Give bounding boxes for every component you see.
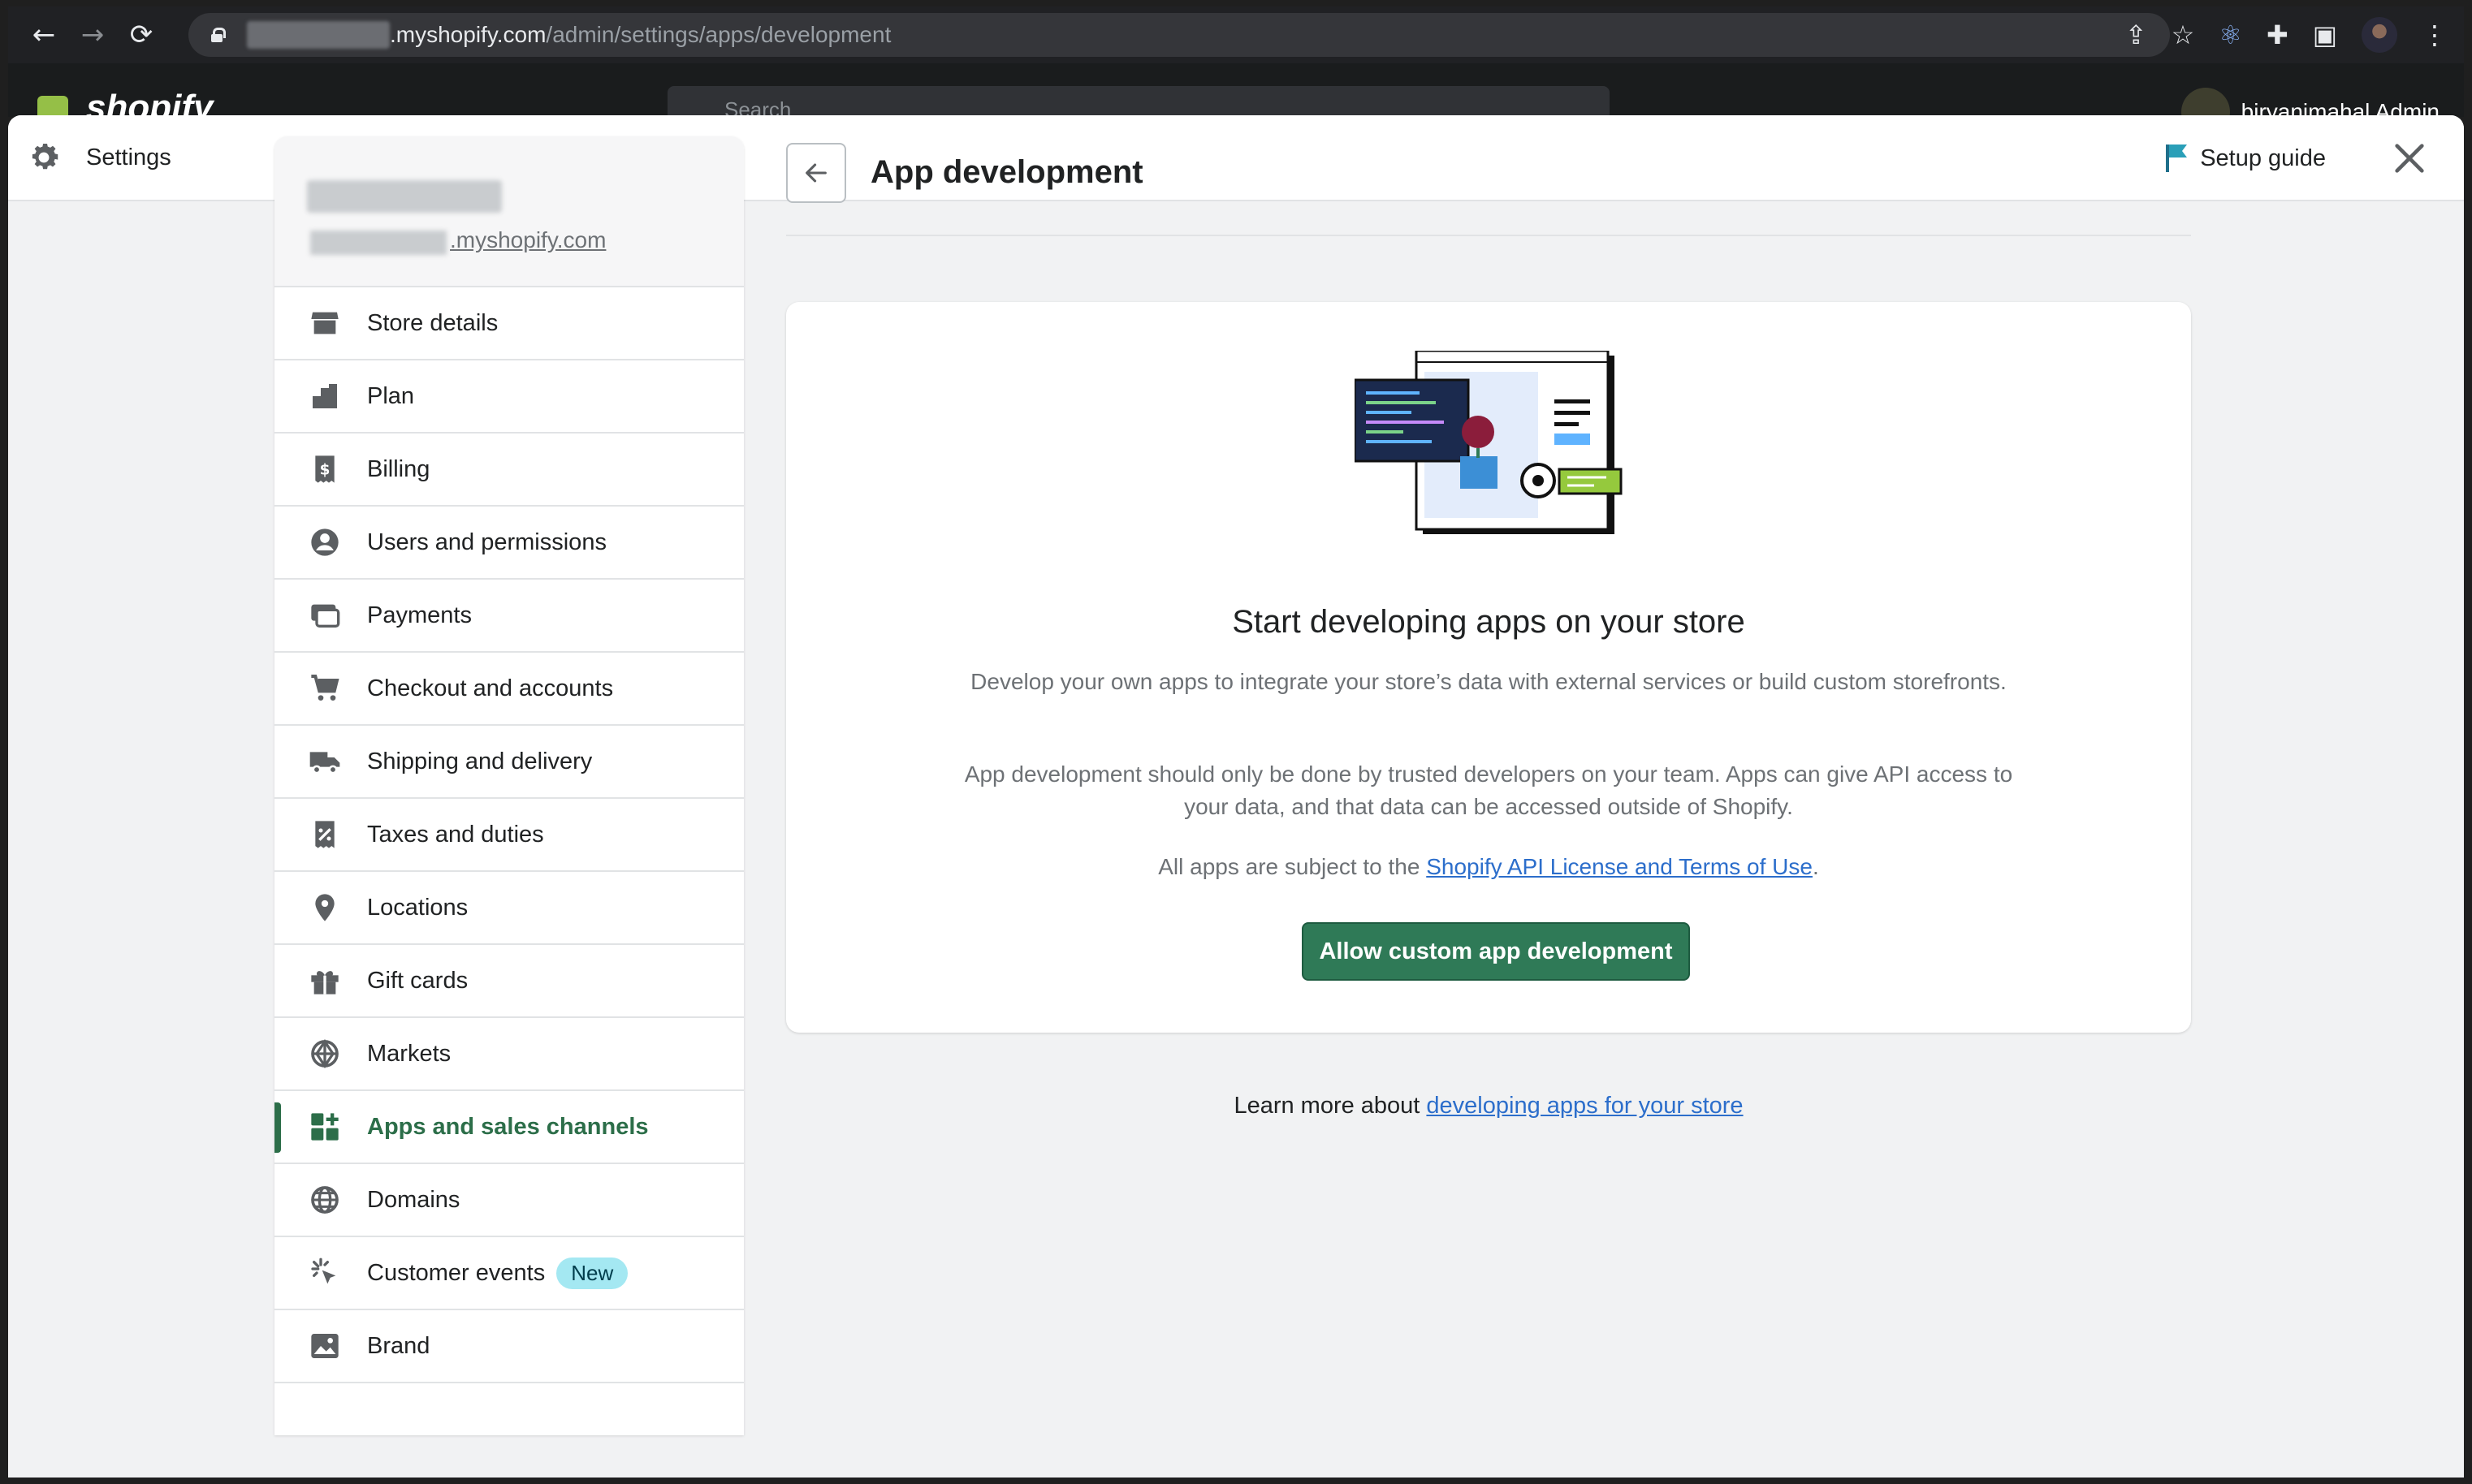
sidebar-item-label: Store details — [367, 309, 499, 336]
sidebar-item-store-details[interactable]: Store details — [274, 287, 744, 360]
arrow-left-icon — [806, 163, 827, 183]
sidebar-item-locations[interactable]: Locations — [274, 872, 744, 945]
plan-icon — [309, 380, 341, 412]
reload-icon[interactable]: ⟳ — [117, 11, 166, 59]
sidebar-item-billing[interactable]: $ Billing — [274, 434, 744, 507]
store-info: .myshopify.com — [274, 136, 744, 287]
back-nav-icon[interactable]: ← — [19, 11, 68, 59]
sidebar-item-label: Apps and sales channels — [367, 1113, 649, 1140]
sidebar-item-label: Customer events — [367, 1259, 546, 1286]
share-icon[interactable]: ⇪ — [2125, 19, 2147, 50]
api-license-link[interactable]: Shopify API License and Terms of Use — [1426, 854, 1813, 879]
sidebar-item-label: Shipping and delivery — [367, 748, 593, 774]
lock-icon — [211, 28, 226, 42]
tax-icon — [309, 818, 341, 851]
sidebar-item-label: Taxes and duties — [367, 821, 544, 848]
card-terms: All apps are subject to the Shopify API … — [949, 851, 2029, 883]
side-panel-icon[interactable]: ▣ — [2313, 19, 2337, 50]
cart-icon — [309, 672, 341, 705]
setup-guide-label: Setup guide — [2200, 145, 2326, 171]
sidebar-item-payments[interactable]: Payments — [274, 580, 744, 653]
payments-icon — [309, 599, 341, 632]
sidebar-item-brand[interactable]: Brand — [274, 1310, 744, 1383]
back-button[interactable] — [786, 143, 846, 203]
card-warning: App development should only be done by t… — [964, 761, 2013, 819]
admin-user-name: biryanimahal Admin — [2241, 99, 2440, 117]
apps-icon — [309, 1111, 341, 1143]
extensions-puzzle-icon[interactable]: ✚ — [2267, 19, 2288, 50]
sidebar-item-label: Brand — [367, 1332, 430, 1359]
shopify-bag-icon — [37, 96, 68, 117]
card-description: Develop your own apps to integrate your … — [970, 669, 2007, 694]
admin-search-input[interactable]: Search — [668, 86, 1610, 117]
page-title: App development — [871, 154, 1143, 190]
gear-icon — [32, 143, 58, 170]
profile-avatar[interactable] — [2362, 17, 2397, 53]
sidebar-item-domains[interactable]: Domains — [274, 1164, 744, 1237]
url-redacted — [247, 21, 390, 49]
sidebar-item-label: Billing — [367, 455, 430, 482]
allow-custom-app-development-button[interactable]: Allow custom app development — [1302, 922, 1690, 981]
divider — [786, 235, 2191, 236]
store-name-redacted — [307, 180, 502, 213]
settings-title: Settings — [86, 145, 171, 170]
menu-kebab-icon[interactable]: ⋮ — [2422, 19, 2448, 50]
new-badge: New — [556, 1257, 629, 1289]
gift-icon — [309, 964, 341, 997]
flag-icon — [2166, 145, 2188, 172]
sidebar-item-customer-events[interactable]: Customer events New — [274, 1237, 744, 1310]
learn-more-prefix: Learn more about — [1234, 1093, 1427, 1119]
brand-icon — [309, 1330, 341, 1362]
svg-text:$: $ — [320, 462, 331, 479]
sidebar-item-shipping-and-delivery[interactable]: Shipping and delivery — [274, 726, 744, 799]
admin-user-menu[interactable]: biryanimahal Admin — [2180, 88, 2440, 117]
app-development-illustration-icon — [1355, 351, 1623, 534]
sidebar-item-label: Plan — [367, 382, 415, 409]
settings-nav: Store details Plan $ Billing Users and permi… — [274, 287, 744, 1383]
extension-react-icon[interactable]: ⚛ — [2219, 19, 2242, 50]
terms-prefix: All apps are subject to the — [1158, 854, 1427, 879]
location-icon — [309, 891, 341, 924]
browser-toolbar: ← → ⟳ .myshopify.com/admin/settings/apps… — [8, 6, 2464, 63]
bookmark-star-icon[interactable]: ☆ — [2172, 19, 2195, 50]
shopify-logo: shopify — [86, 88, 214, 117]
terms-suffix: . — [1812, 854, 1819, 879]
sidebar-item-users-and-permissions[interactable]: Users and permissions — [274, 507, 744, 580]
url-text: .myshopify.com/admin/settings/apps/devel… — [390, 22, 892, 47]
sidebar-item-label: Domains — [367, 1186, 460, 1213]
store-domain-redacted — [310, 231, 447, 255]
setup-guide-button[interactable]: Setup guide — [2164, 143, 2326, 174]
sidebar-item-taxes-and-duties[interactable]: Taxes and duties — [274, 799, 744, 872]
billing-icon: $ — [309, 453, 341, 485]
truck-icon — [309, 745, 341, 778]
card-heading: Start developing apps on your store — [1232, 604, 1745, 640]
developing-apps-link[interactable]: developing apps for your store — [1426, 1093, 1743, 1119]
sidebar-item-checkout-and-accounts[interactable]: Checkout and accounts — [274, 653, 744, 726]
close-icon[interactable] — [2391, 140, 2428, 177]
learn-more-text: Learn more about developing apps for you… — [786, 1093, 2191, 1119]
avatar — [2180, 88, 2230, 117]
sidebar-item-label: Gift cards — [367, 967, 469, 994]
sidebar-item-label: Users and permissions — [367, 528, 607, 555]
sidebar-item-label: Markets — [367, 1040, 452, 1067]
domains-icon — [309, 1184, 341, 1216]
sidebar-item-apps-and-sales-channels[interactable]: Apps and sales channels — [274, 1091, 744, 1164]
settings-sidebar: .myshopify.com Store details Plan $ Billing… — [274, 136, 744, 1435]
address-bar[interactable]: .myshopify.com/admin/settings/apps/devel… — [188, 13, 2170, 57]
sidebar-item-gift-cards[interactable]: Gift cards — [274, 945, 744, 1018]
app-development-card: Start developing apps on your store Deve… — [786, 302, 2191, 1033]
sidebar-item-plan[interactable]: Plan — [274, 360, 744, 434]
admin-topbar: shopify Search biryanimahal Admin — [8, 63, 2464, 117]
store-icon — [309, 307, 341, 339]
sidebar-item-label: Checkout and accounts — [367, 675, 614, 701]
sidebar-item-markets[interactable]: Markets — [274, 1018, 744, 1091]
globe-icon — [309, 1038, 341, 1070]
sidebar-item-label: Locations — [367, 894, 469, 921]
sidebar-item-label: Payments — [367, 602, 472, 628]
user-icon — [309, 526, 341, 559]
cursor-icon — [309, 1257, 341, 1289]
forward-nav-icon[interactable]: → — [68, 11, 117, 59]
